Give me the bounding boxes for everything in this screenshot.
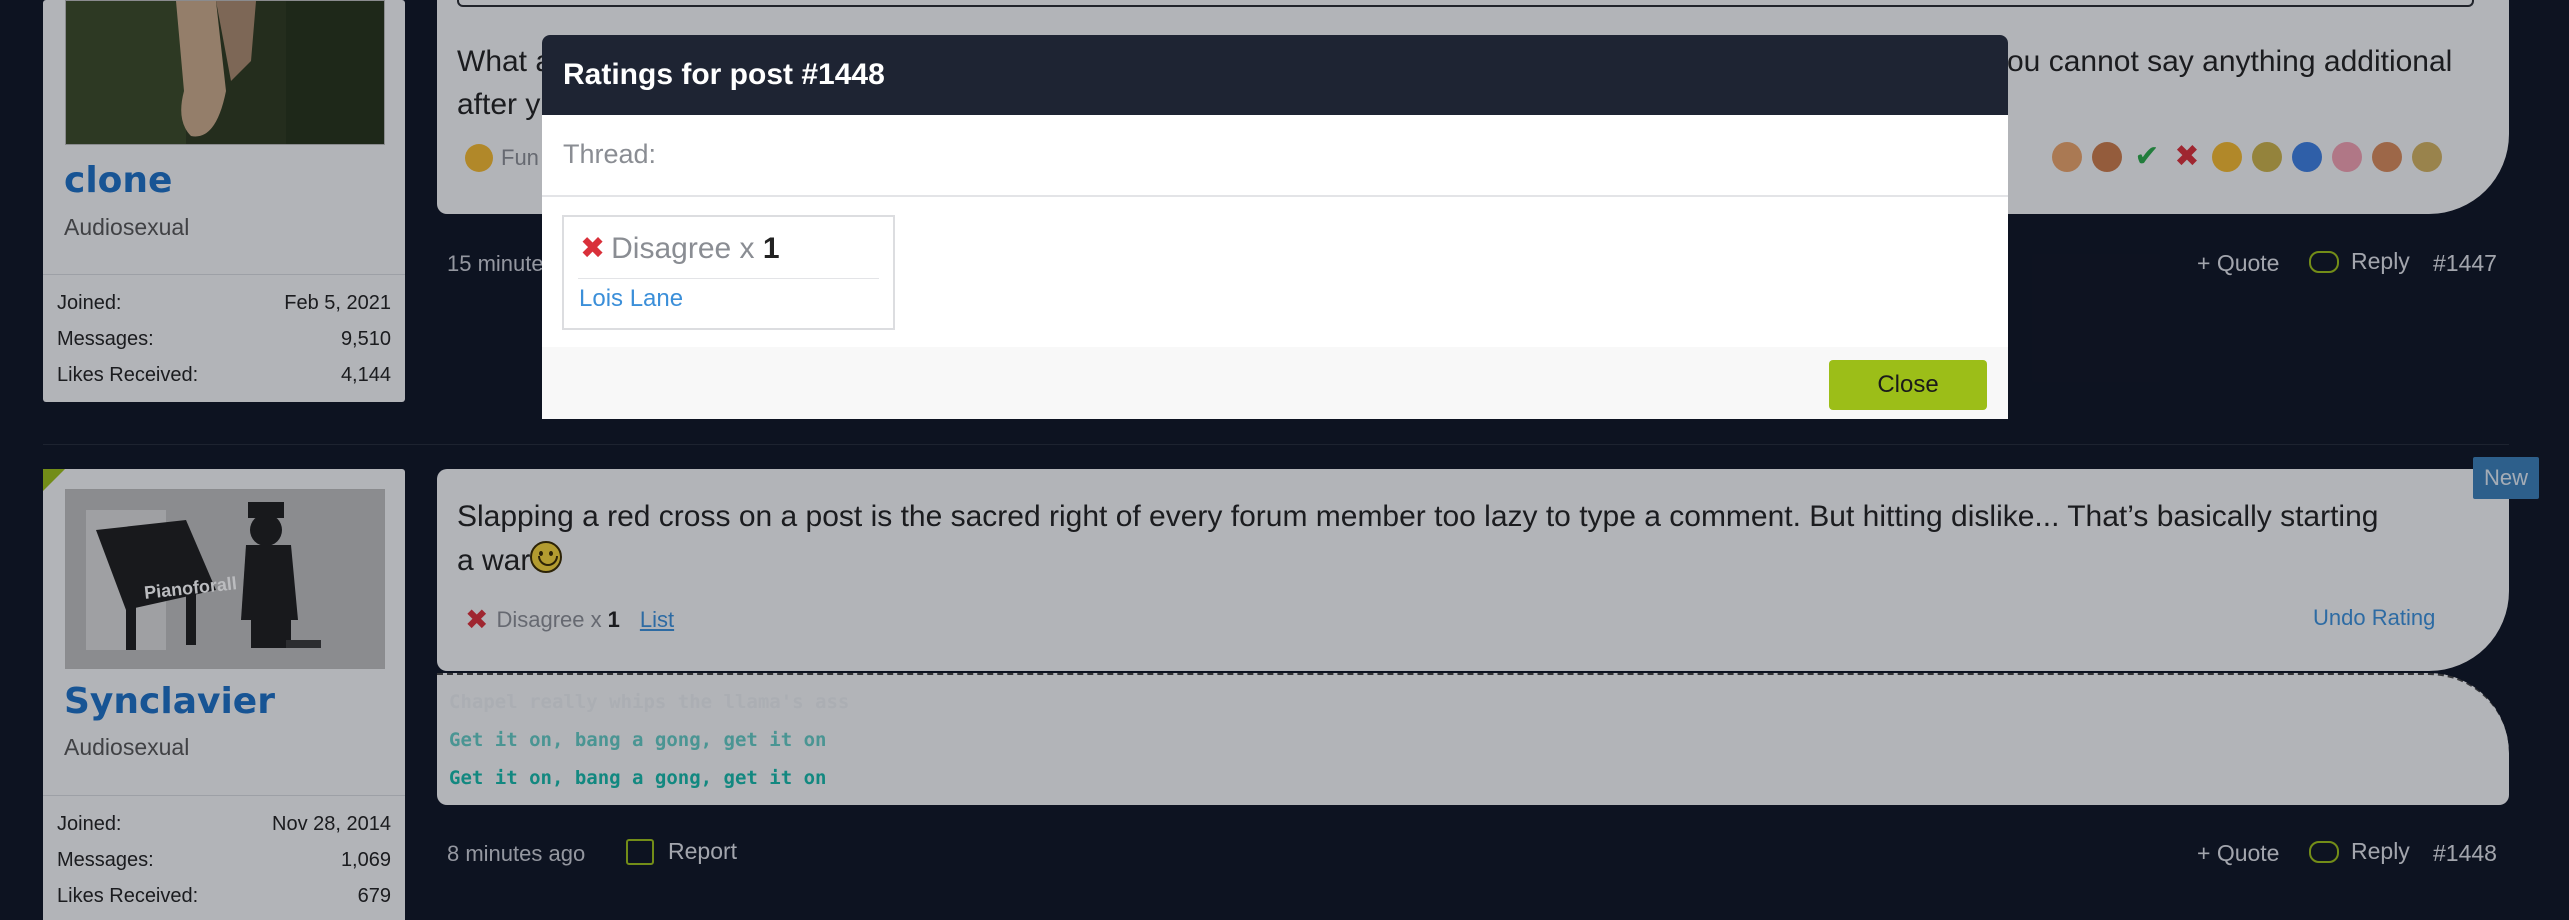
- rating-entry: ✖ Disagree x 1 Lois Lane: [562, 215, 895, 330]
- cross-icon: ✖: [580, 231, 606, 266]
- rating-user-link[interactable]: Lois Lane: [579, 285, 683, 313]
- thread-label: Thread:: [563, 139, 657, 169]
- ratings-modal: Ratings for post #1448 Thread: ✖ Disagree…: [542, 35, 2008, 419]
- modal-footer: Close: [542, 347, 2008, 419]
- rating-divider: [578, 278, 879, 279]
- modal-title: Ratings for post #1448: [563, 58, 885, 91]
- rating-label: Disagree x: [611, 232, 755, 265]
- modal-header: Ratings for post #1448: [542, 35, 2008, 115]
- modal-divider: [542, 195, 2008, 197]
- close-button[interactable]: Close: [1829, 360, 1987, 410]
- rating-count: 1: [762, 232, 780, 265]
- rating-heading: ✖ Disagree x 1: [580, 231, 780, 266]
